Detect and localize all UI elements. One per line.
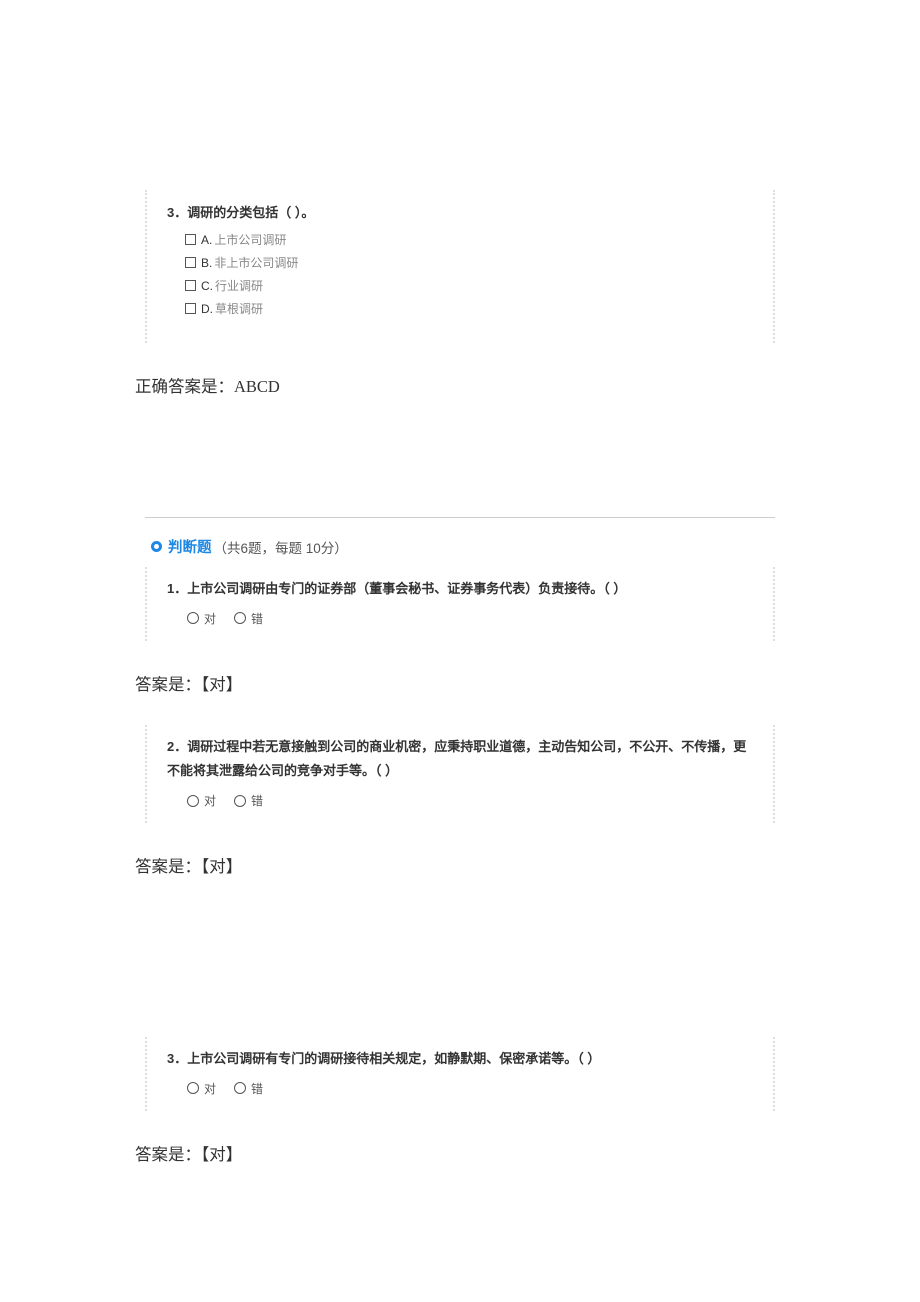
radio-icon[interactable] — [234, 1082, 246, 1094]
section-title: 判断题 — [168, 536, 212, 557]
mc-q3-title: 3．调研的分类包括（ ）。 — [167, 202, 753, 221]
opt-letter: D. — [201, 302, 213, 316]
bullet-ring-icon — [151, 541, 162, 552]
radio-icon[interactable] — [187, 795, 199, 807]
tf-true-label: 对 — [204, 792, 216, 809]
radio-icon[interactable] — [234, 612, 246, 624]
tf-q2-false[interactable]: 错 — [234, 792, 263, 809]
tf-q2-true[interactable]: 对 — [187, 792, 216, 809]
radio-icon[interactable] — [234, 795, 246, 807]
tf-q1-true[interactable]: 对 — [187, 610, 216, 627]
tf-q2-options: 对 错 — [187, 792, 753, 809]
tf-q3-answer: 答案是：【对】 — [135, 1141, 920, 1165]
checkbox-icon[interactable] — [185, 234, 196, 245]
tf-false-label: 错 — [251, 792, 263, 809]
checkbox-icon[interactable] — [185, 303, 196, 314]
tf-question-3: 3．上市公司调研有专门的调研接待相关规定，如静默期、保密承诺等。（ ） 对 错 — [145, 1037, 775, 1111]
tf-q3-title: 3．上市公司调研有专门的调研接待相关规定，如静默期、保密承诺等。（ ） — [167, 1047, 753, 1072]
mc-q3-opt-d[interactable]: D. 草根调研 — [185, 300, 753, 317]
tf-q1-false[interactable]: 错 — [234, 610, 263, 627]
mc-q3-answer: 正确答案是：ABCD — [135, 373, 920, 397]
tf-question-1: 1．上市公司调研由专门的证券部（董事会秘书、证券事务代表）负责接待。（ ） 对 … — [145, 567, 775, 641]
tf-q1-answer: 答案是：【对】 — [135, 671, 920, 695]
opt-letter: B. — [201, 256, 212, 270]
tf-q3-false[interactable]: 错 — [234, 1080, 263, 1097]
opt-letter: C. — [201, 279, 213, 293]
tf-true-label: 对 — [204, 610, 216, 627]
opt-text: 草根调研 — [215, 300, 263, 317]
mc-q3-opt-a[interactable]: A. 上市公司调研 — [185, 231, 753, 248]
tf-q3-options: 对 错 — [187, 1080, 753, 1097]
tf-question-2: 2．调研过程中若无意接触到公司的商业机密，应秉持职业道德，主动告知公司，不公开、… — [145, 725, 775, 823]
checkbox-icon[interactable] — [185, 257, 196, 268]
opt-text: 行业调研 — [215, 277, 263, 294]
tf-false-label: 错 — [251, 610, 263, 627]
section-subtitle: （共6题，每题 10分） — [214, 537, 348, 557]
opt-letter: A. — [201, 233, 212, 247]
tf-false-label: 错 — [251, 1080, 263, 1097]
section-header-tf: 判断题 （共6题，每题 10分） — [145, 536, 775, 557]
tf-q1-options: 对 错 — [187, 610, 753, 627]
radio-icon[interactable] — [187, 1082, 199, 1094]
tf-q1-title: 1．上市公司调研由专门的证券部（董事会秘书、证券事务代表）负责接待。（ ） — [167, 577, 753, 602]
opt-text: 非上市公司调研 — [214, 254, 298, 271]
tf-true-label: 对 — [204, 1080, 216, 1097]
tf-q2-title: 2．调研过程中若无意接触到公司的商业机密，应秉持职业道德，主动告知公司，不公开、… — [167, 735, 753, 784]
mc-q3-options: A. 上市公司调研 B. 非上市公司调研 C. 行业调研 D. 草根调研 — [185, 231, 753, 317]
mc-q3-opt-b[interactable]: B. 非上市公司调研 — [185, 254, 753, 271]
mc-question-3: 3．调研的分类包括（ ）。 A. 上市公司调研 B. 非上市公司调研 C. 行业… — [145, 190, 775, 343]
opt-text: 上市公司调研 — [214, 231, 286, 248]
checkbox-icon[interactable] — [185, 280, 196, 291]
radio-icon[interactable] — [187, 612, 199, 624]
tf-q3-true[interactable]: 对 — [187, 1080, 216, 1097]
section-divider — [145, 517, 775, 518]
mc-q3-opt-c[interactable]: C. 行业调研 — [185, 277, 753, 294]
tf-q2-answer: 答案是：【对】 — [135, 853, 920, 877]
